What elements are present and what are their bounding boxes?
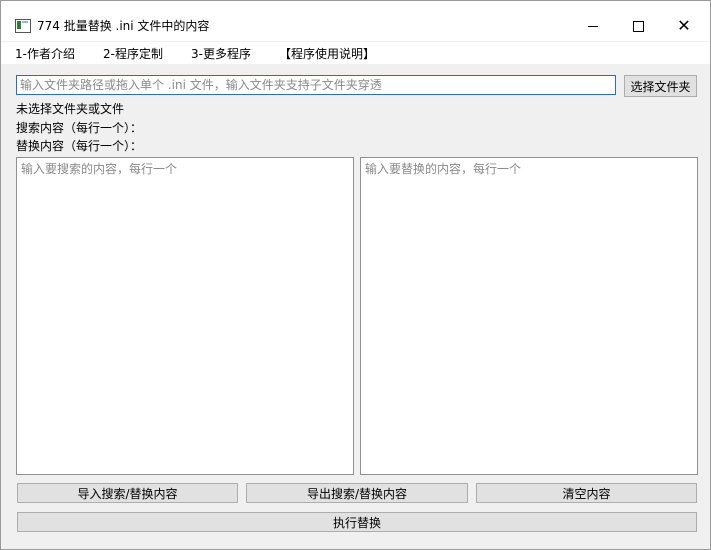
menu-item-custom[interactable]: 2-程序定制 <box>103 46 163 62</box>
maximize-icon <box>632 20 644 32</box>
maximize-button[interactable] <box>615 11 661 41</box>
path-input[interactable] <box>16 75 616 95</box>
app-window: 774 批量替换 .ini 文件中的内容 ✕ 1-作者介绍 2-程序定制 3-更… <box>0 0 711 550</box>
close-button[interactable]: ✕ <box>661 11 707 41</box>
selection-status: 未选择文件夹或文件 <box>16 102 125 116</box>
minimize-button[interactable] <box>570 11 616 41</box>
search-textarea[interactable] <box>16 157 354 475</box>
menu-bar: 1-作者介绍 2-程序定制 3-更多程序 【程序使用说明】 <box>1 42 710 64</box>
app-window-icon <box>15 19 31 33</box>
replace-textarea[interactable] <box>360 157 698 475</box>
replace-label: 替换内容（每行一个）： <box>16 139 143 153</box>
title-bar[interactable]: 774 批量替换 .ini 文件中的内容 ✕ <box>1 1 710 41</box>
menu-item-more[interactable]: 3-更多程序 <box>191 46 251 62</box>
export-button[interactable]: 导出搜索/替换内容 <box>246 483 468 503</box>
import-button[interactable]: 导入搜索/替换内容 <box>17 483 238 503</box>
execute-replace-button[interactable]: 执行替换 <box>17 512 697 532</box>
menu-item-author[interactable]: 1-作者介绍 <box>15 46 75 62</box>
minimize-icon <box>588 25 598 27</box>
search-label: 搜索内容（每行一个）： <box>16 121 143 135</box>
close-icon: ✕ <box>677 16 691 35</box>
menu-item-help[interactable]: 【程序使用说明】 <box>279 46 375 62</box>
window-title: 774 批量替换 .ini 文件中的内容 <box>37 19 210 33</box>
select-folder-button[interactable]: 选择文件夹 <box>624 75 697 97</box>
clear-button[interactable]: 清空内容 <box>476 483 697 503</box>
